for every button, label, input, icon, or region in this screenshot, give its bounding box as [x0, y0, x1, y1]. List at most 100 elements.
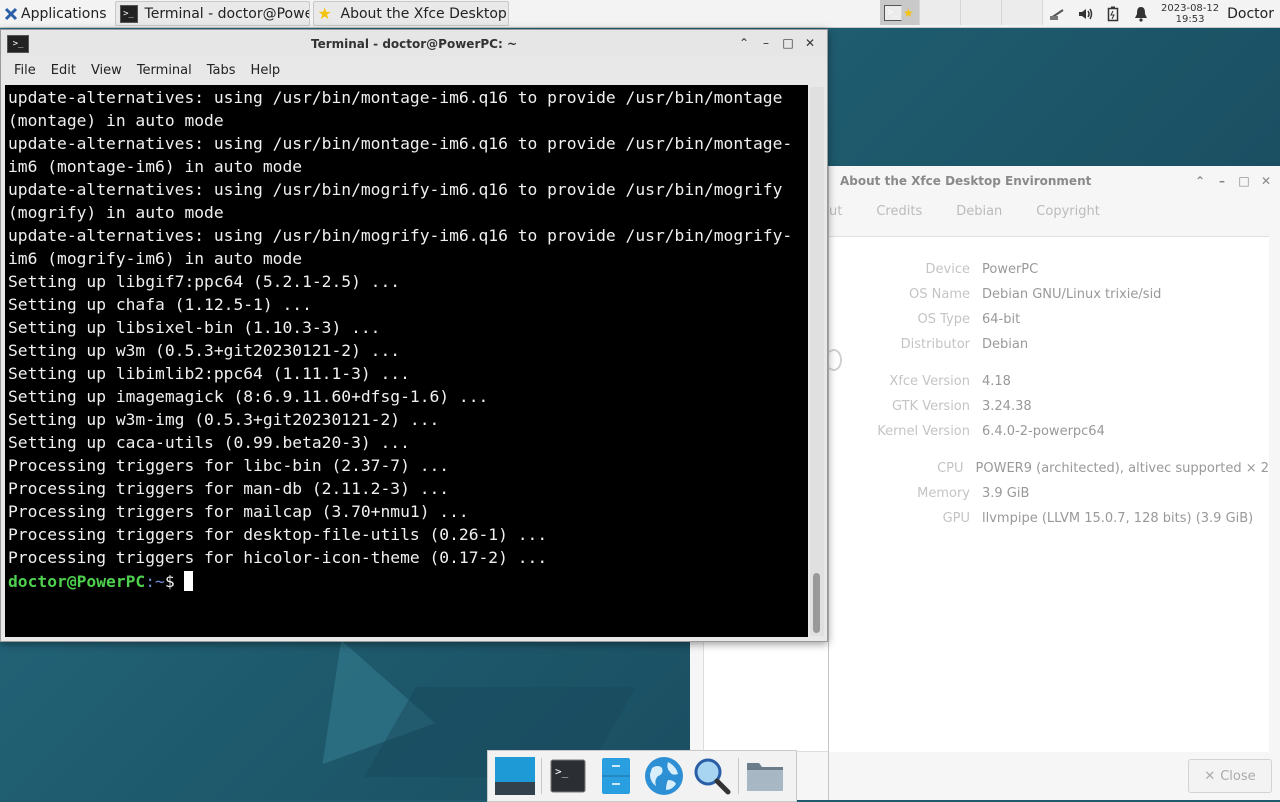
info-row-gpu: GPU llvmpipe (LLVM 15.0.7, 128 bits) (3.9… — [829, 511, 1269, 526]
terminal-line: Processing triggers for hicolor-icon-the… — [8, 548, 548, 567]
info-row-distributor: Distributor Debian — [829, 337, 1269, 352]
notification-bell-icon[interactable] — [1132, 5, 1150, 23]
terminal-line: Processing triggers for libc-bin (2.37-7… — [8, 456, 450, 475]
info-key: Distributor — [900, 337, 970, 352]
terminal-title: Terminal - doctor@PowerPC: ~ — [310, 36, 517, 51]
workspace-4[interactable] — [1002, 0, 1043, 25]
top-panel: Applications >_ Terminal - doctor@Power.… — [0, 0, 1280, 28]
info-row-xfce-version: Xfce Version 4.18 — [829, 374, 1269, 389]
terminal-line: (mogrify) in auto mode — [8, 203, 224, 222]
about-window-lower-panel — [703, 640, 831, 752]
terminal-line: Setting up w3m-img (0.5.3+git20230121-2)… — [8, 410, 440, 429]
scrollbar-thumb[interactable] — [813, 573, 820, 633]
search-launcher[interactable] — [690, 754, 734, 798]
info-key: CPU — [937, 461, 964, 476]
battery-icon[interactable] — [1104, 5, 1122, 23]
decorative-arc — [826, 349, 842, 371]
menu-tabs[interactable]: Tabs — [207, 63, 236, 78]
terminal-line: Setting up chafa (1.12.5-1) ... — [8, 295, 312, 314]
terminal-line: (montage) in auto mode — [8, 111, 224, 130]
terminal-launcher[interactable]: >_ — [546, 754, 590, 798]
user-menu[interactable]: Doctor — [1227, 6, 1274, 22]
tab-copyright[interactable]: Copyright — [1036, 204, 1100, 219]
close-icon[interactable]: ✕ — [1255, 171, 1277, 191]
show-desktop-launcher[interactable] — [493, 754, 537, 798]
terminal-scrollbar[interactable] — [810, 87, 824, 636]
info-key: Xfce Version — [889, 374, 970, 389]
minimize-button[interactable]: – — [1211, 171, 1233, 191]
info-value: PowerPC — [982, 262, 1039, 277]
tab-credits[interactable]: Credits — [876, 204, 922, 219]
terminal-menubar: File Edit View Terminal Tabs Help — [1, 57, 827, 83]
dock-separator — [541, 758, 542, 794]
clock-date: 2023-08-12 — [1161, 2, 1220, 14]
info-value: 6.4.0-2-powerpc64 — [982, 424, 1105, 439]
close-label: Close — [1220, 768, 1256, 784]
info-value: 64-bit — [982, 312, 1021, 327]
menu-file[interactable]: File — [14, 63, 36, 78]
info-value: llvmpipe (LLVM 15.0.7, 128 bits) (3.9 Gi… — [982, 511, 1254, 526]
web-browser-launcher[interactable] — [642, 754, 686, 798]
task-label: Terminal - doctor@Power... — [144, 5, 310, 22]
workspace-3[interactable] — [961, 0, 1002, 25]
tab-debian[interactable]: Debian — [956, 204, 1002, 219]
info-row-kernel-version: Kernel Version 6.4.0-2-powerpc64 — [829, 424, 1269, 439]
task-label: About the Xfce Desktop E... — [340, 5, 508, 22]
menu-view[interactable]: View — [91, 63, 122, 78]
info-key: GTK Version — [891, 399, 970, 414]
about-tabs: ut Credits Debian Copyright — [829, 196, 1280, 226]
info-value: Debian GNU/Linux trixie/sid — [982, 287, 1162, 302]
terminal-line: im6 (montage-im6) in auto mode — [8, 157, 303, 176]
info-value: 4.18 — [982, 374, 1011, 389]
about-titlebar[interactable]: About the Xfce Desktop Environment ⌃ – □… — [829, 166, 1280, 196]
terminal-line: Setting up caca-utils (0.99.beta20-3) ..… — [8, 433, 410, 452]
info-row-gtk-version: GTK Version 3.24.38 — [829, 399, 1269, 414]
terminal-prompt: doctor@PowerPC:~$ — [5, 570, 808, 594]
terminal-line: Processing triggers for desktop-file-uti… — [8, 525, 548, 544]
star-icon: ★ — [317, 3, 332, 23]
about-window-title: About the Xfce Desktop Environment — [840, 174, 1092, 188]
menu-help[interactable]: Help — [251, 63, 281, 78]
clock[interactable]: 2023-08-12 19:53 — [1161, 3, 1219, 25]
terminal-line: update-alternatives: using /usr/bin/mont… — [8, 134, 793, 153]
workspace-1[interactable]: >_ ★ — [880, 0, 920, 25]
maximize-button[interactable]: □ — [1233, 171, 1255, 191]
close-button[interactable]: ✕ Close — [1188, 759, 1272, 793]
network-icon[interactable] — [1048, 5, 1066, 23]
tab-about[interactable]: ut — [829, 204, 842, 219]
minimize-button[interactable]: – — [755, 33, 777, 53]
file-cabinet-launcher[interactable] — [594, 754, 638, 798]
dock: >_ — [487, 750, 797, 802]
applications-label: Applications — [21, 5, 107, 22]
volume-icon[interactable] — [1076, 5, 1094, 23]
info-key: OS Type — [917, 312, 970, 327]
dock-separator — [738, 758, 739, 794]
clock-time: 19:53 — [1175, 13, 1205, 25]
prompt-symbol: $ — [164, 572, 185, 591]
terminal-output[interactable]: update-alternatives: using /usr/bin/mont… — [5, 85, 808, 637]
workspace-2[interactable] — [920, 0, 961, 25]
prompt-user: doctor@PowerPC — [8, 572, 146, 591]
taskbar-terminal-button[interactable]: >_ Terminal - doctor@Power... — [114, 1, 310, 26]
taskbar-about-button[interactable]: ★ About the Xfce Desktop E... — [312, 1, 509, 26]
text-cursor — [184, 571, 194, 591]
info-row-os-name: OS Name Debian GNU/Linux trixie/sid — [829, 287, 1269, 302]
info-key: OS Name — [909, 287, 970, 302]
menu-edit[interactable]: Edit — [51, 63, 76, 78]
terminal-titlebar[interactable]: >_ Terminal - doctor@PowerPC: ~ ⌃ – □ ✕ — [1, 30, 827, 57]
close-icon[interactable]: ✕ — [799, 33, 821, 53]
terminal-icon: >_ — [884, 4, 902, 21]
info-value: Debian — [982, 337, 1029, 352]
maximize-button[interactable]: □ — [777, 33, 799, 53]
terminal-line: Processing triggers for mailcap (3.70+nm… — [8, 502, 469, 521]
terminal-line: Setting up libimlib2:ppc64 (1.11.1-3) ..… — [8, 364, 410, 383]
shade-button[interactable]: ⌃ — [1189, 171, 1211, 191]
shade-button[interactable]: ⌃ — [733, 33, 755, 53]
menu-terminal[interactable]: Terminal — [137, 63, 192, 78]
info-value: 3.24.38 — [982, 399, 1032, 414]
file-manager-launcher[interactable] — [743, 754, 787, 798]
info-value: 3.9 GiB — [982, 486, 1030, 501]
info-row-device: Device PowerPC — [829, 262, 1269, 277]
applications-menu-button[interactable]: Applications — [0, 0, 111, 27]
info-key: GPU — [942, 511, 970, 526]
